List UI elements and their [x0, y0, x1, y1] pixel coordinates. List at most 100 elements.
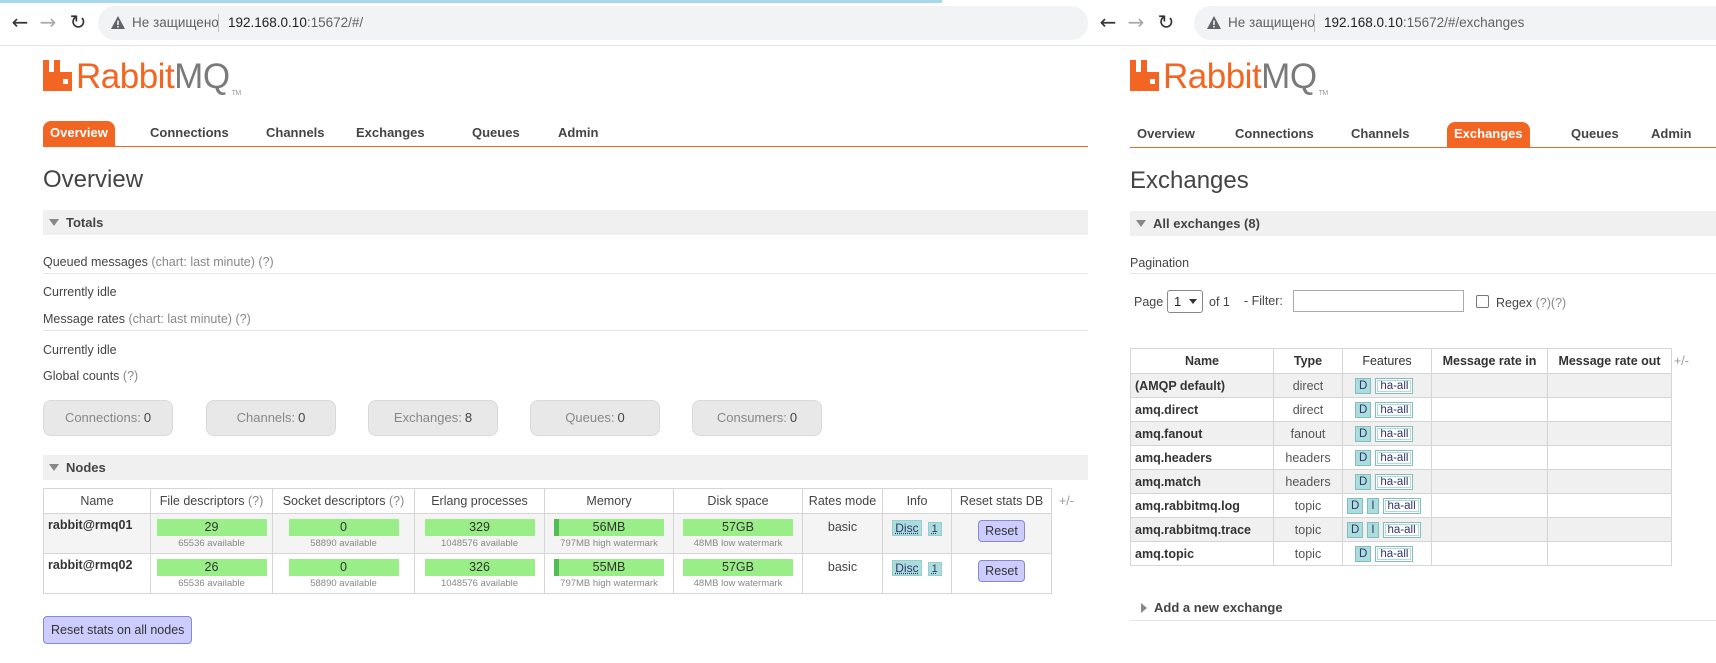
reload-icon[interactable]: ↻	[1154, 10, 1178, 34]
tab-admin[interactable]: Admin	[1644, 122, 1698, 148]
regex-checkbox[interactable]	[1476, 295, 1489, 308]
all-exchanges-header[interactable]: All exchanges (8)	[1130, 211, 1716, 236]
durable-badge[interactable]: D	[1355, 449, 1372, 466]
disc-badge[interactable]: Disc	[892, 520, 922, 536]
table-row[interactable]: amq.headers headers Dha-all	[1130, 445, 1672, 470]
exchange-name[interactable]: (AMQP default)	[1130, 373, 1274, 398]
policy-badge[interactable]: ha-all	[1375, 425, 1414, 442]
policy-badge[interactable]: ha-all	[1375, 545, 1414, 562]
global-help-link[interactable]: (?)	[123, 369, 138, 383]
internal-badge[interactable]: I	[1367, 521, 1379, 538]
exchange-name[interactable]: amq.rabbitmq.trace	[1130, 517, 1274, 542]
url-text[interactable]: 192.168.0.10:15672/#/exchanges	[1324, 15, 1524, 30]
nodes-section-header[interactable]: Nodes	[43, 455, 1088, 480]
policy-badge[interactable]: ha-all	[1375, 401, 1414, 418]
reset-all-nodes-button[interactable]: Reset stats on all nodes	[43, 616, 193, 644]
page-select[interactable]: 1	[1167, 290, 1203, 313]
tab-connections[interactable]: Connections	[143, 121, 236, 147]
reset-button[interactable]: Reset	[978, 520, 1025, 542]
tab-channels[interactable]: Channels	[1344, 122, 1417, 148]
tab-overview[interactable]: Overview	[43, 121, 115, 147]
totals-section-header[interactable]: Totals	[43, 210, 1088, 235]
back-arrow-icon[interactable]: ←	[1096, 10, 1120, 34]
memory-fill	[554, 559, 559, 576]
durable-badge[interactable]: D	[1347, 497, 1364, 514]
help-link[interactable]: (?)	[248, 494, 263, 508]
address-bar[interactable]: Не защищено 192.168.0.10:15672/#/exchang…	[1194, 6, 1716, 40]
table-row[interactable]: amq.match headers Dha-all	[1130, 469, 1672, 494]
tab-exchanges[interactable]: Exchanges	[1447, 122, 1530, 148]
rate-out-cell	[1547, 541, 1672, 566]
table-row[interactable]: amq.fanout fanout Dha-all	[1130, 421, 1672, 446]
table-row[interactable]: rabbit@rmq01 29 65536 available 0 58890 av…	[43, 513, 1052, 554]
address-bar[interactable]: Не защищено 192.168.0.10:15672/#/	[98, 6, 1088, 40]
exchange-name[interactable]: amq.direct	[1130, 397, 1274, 422]
exchange-name[interactable]: amq.match	[1130, 469, 1274, 494]
tab-overview[interactable]: Overview	[1130, 122, 1202, 148]
back-arrow-icon[interactable]: ←	[8, 10, 32, 34]
policy-badge[interactable]: ha-all	[1382, 521, 1421, 538]
forward-arrow-icon[interactable]: →	[36, 10, 60, 34]
count-badge[interactable]: 1	[927, 522, 942, 536]
node-name[interactable]: rabbit@rmq02	[43, 553, 151, 594]
queues-count[interactable]: Queues: 0	[530, 400, 660, 436]
node-name[interactable]: rabbit@rmq01	[43, 513, 151, 554]
rates-help-link[interactable]: (?)	[235, 312, 250, 326]
table-row[interactable]: amq.topic topic Dha-all	[1130, 541, 1672, 566]
url-text[interactable]: 192.168.0.10:15672/#/	[228, 15, 363, 30]
overview-window: ← → ↻ Не защищено 192.168.0.10:15672/#/ …	[0, 0, 1088, 663]
filter-input[interactable]	[1293, 290, 1464, 312]
column-toggle[interactable]: +/-	[1674, 354, 1689, 368]
durable-badge[interactable]: D	[1355, 401, 1372, 418]
count-badge[interactable]: 1	[927, 562, 942, 576]
help-link[interactable]: (?)	[389, 494, 404, 508]
queued-chart-hint[interactable]: (chart: last minute)	[151, 255, 255, 269]
browser-toolbar: ← → ↻ Не защищено 192.168.0.10:15672/#/	[0, 0, 1088, 46]
rates-chart-hint[interactable]: (chart: last minute)	[128, 312, 232, 326]
tab-exchanges[interactable]: Exchanges	[349, 121, 432, 147]
tab-admin[interactable]: Admin	[551, 121, 605, 147]
policy-badge[interactable]: ha-all	[1375, 377, 1414, 394]
exchange-name[interactable]: amq.headers	[1130, 445, 1274, 470]
exchanges-count[interactable]: Exchanges: 8	[368, 400, 498, 436]
durable-badge[interactable]: D	[1347, 521, 1364, 538]
internal-badge[interactable]: I	[1367, 497, 1379, 514]
exchange-name[interactable]: amq.topic	[1130, 541, 1274, 566]
policy-badge[interactable]: ha-all	[1375, 473, 1414, 490]
url-host: 192.168.0.10	[228, 15, 307, 30]
durable-badge[interactable]: D	[1355, 473, 1372, 490]
queued-help-link[interactable]: (?)	[258, 255, 273, 269]
main-tabs: Overview Connections Channels Exchanges …	[1130, 122, 1716, 148]
tab-queues[interactable]: Queues	[1564, 122, 1626, 148]
reset-button[interactable]: Reset	[978, 560, 1025, 582]
add-new-exchange-toggle[interactable]: Add a new exchange	[1141, 600, 1283, 615]
disc-badge[interactable]: Disc	[892, 560, 922, 576]
totals-header-label: Totals	[66, 215, 104, 230]
durable-badge[interactable]: D	[1355, 425, 1372, 442]
sd-available: 58890 available	[310, 538, 377, 549]
column-toggle[interactable]: +/-	[1059, 494, 1074, 508]
channels-count[interactable]: Channels: 0	[206, 400, 336, 436]
table-row[interactable]: (AMQP default) direct Dha-all	[1130, 373, 1672, 398]
table-row[interactable]: amq.direct direct Dha-all	[1130, 397, 1672, 422]
consumers-count[interactable]: Consumers: 0	[692, 400, 822, 436]
rate-out-cell	[1547, 397, 1672, 422]
regex-help-link[interactable]: (?)(?)	[1536, 296, 1567, 310]
durable-badge[interactable]: D	[1355, 377, 1372, 394]
table-row[interactable]: amq.rabbitmq.trace topic D Iha-all	[1130, 517, 1672, 542]
policy-badge[interactable]: ha-all	[1382, 497, 1421, 514]
durable-badge[interactable]: D	[1355, 545, 1372, 562]
forward-arrow-icon[interactable]: →	[1124, 10, 1148, 34]
table-row[interactable]: rabbit@rmq02 26 65536 available 0 58890 av…	[43, 553, 1052, 594]
exchange-name[interactable]: amq.rabbitmq.log	[1130, 493, 1274, 518]
tab-connections[interactable]: Connections	[1228, 122, 1321, 148]
tab-queues[interactable]: Queues	[465, 121, 527, 147]
connections-count[interactable]: Connections: 0	[43, 400, 173, 436]
tab-channels[interactable]: Channels	[259, 121, 332, 147]
exchange-features: Dha-all	[1342, 445, 1432, 470]
exchange-features: Dha-all	[1342, 541, 1432, 566]
reload-icon[interactable]: ↻	[66, 10, 90, 34]
policy-badge[interactable]: ha-all	[1375, 449, 1414, 466]
table-row[interactable]: amq.rabbitmq.log topic D Iha-all	[1130, 493, 1672, 518]
exchange-name[interactable]: amq.fanout	[1130, 421, 1274, 446]
